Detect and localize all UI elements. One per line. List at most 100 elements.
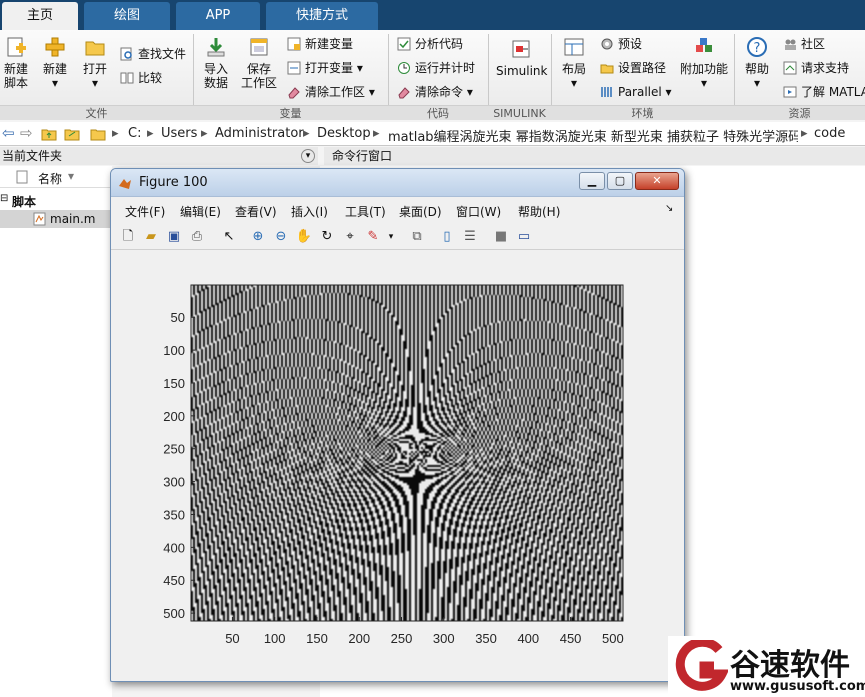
up-folder-icon[interactable] xyxy=(41,126,57,142)
help-button[interactable]: ? 帮助 ▾ xyxy=(740,36,774,90)
name-column-header[interactable]: 名称 xyxy=(38,170,62,187)
path-separator: ▸ xyxy=(303,126,310,141)
panel-menu-icon[interactable]: ▾ xyxy=(301,149,315,163)
menu-insert[interactable]: 插入(I) xyxy=(291,203,328,220)
maximize-button[interactable]: ▢ xyxy=(607,172,633,190)
clear-commands-button[interactable]: 清除命令 ▾ xyxy=(397,82,473,102)
path-segment-users[interactable]: Users xyxy=(161,126,197,141)
parallel-button[interactable]: Parallel ▾ xyxy=(600,82,672,102)
hide-tools-icon[interactable]: ■ xyxy=(492,228,510,246)
top-tab-bar: 主页 绘图 APP 快捷方式 xyxy=(0,0,865,30)
tab-apps[interactable]: APP xyxy=(176,2,260,30)
open-variable-button[interactable]: 打开变量 ▾ xyxy=(287,58,363,78)
section-scripts[interactable]: ⊟ 脚本 xyxy=(0,192,112,210)
menu-window[interactable]: 窗口(W) xyxy=(456,203,501,220)
collapse-icon[interactable]: ⊟ xyxy=(0,193,8,204)
tab-home[interactable]: 主页 xyxy=(2,2,78,30)
pan-icon[interactable]: ✋ xyxy=(295,228,313,246)
plot-area[interactable]: 50 100 150 200 250 300 350 400 450 500 50 100 150 200… xyxy=(111,251,684,671)
save-ws-label-2: 工作区 xyxy=(240,76,277,90)
new-variable-button[interactable]: 新建变量 xyxy=(287,34,353,54)
link-plot-icon[interactable]: ⧉ xyxy=(408,228,426,246)
simulink-icon xyxy=(512,40,530,58)
path-segment-administrator[interactable]: Administrator xyxy=(215,126,304,141)
x-tick-label: 250 xyxy=(391,631,413,646)
command-window-header: 命令行窗口 xyxy=(324,147,865,165)
path-segment-code[interactable]: code xyxy=(814,126,845,141)
new-button[interactable]: 新建 ▾ xyxy=(40,36,70,90)
brush-icon[interactable]: ✎ xyxy=(364,228,382,246)
menu-view[interactable]: 查看(V) xyxy=(235,203,277,220)
browse-folder-icon[interactable] xyxy=(64,126,80,142)
menu-desktop[interactable]: 桌面(D) xyxy=(399,203,442,220)
save-icon[interactable]: ▣ xyxy=(165,228,183,246)
find-files-button[interactable]: 查找文件 xyxy=(120,44,186,64)
run-time-icon xyxy=(398,62,410,74)
legend-icon[interactable]: ☰ xyxy=(461,228,479,246)
command-window-title: 命令行窗口 xyxy=(332,149,393,163)
support-icon xyxy=(783,61,797,75)
new-script-button[interactable]: 新建 脚本 xyxy=(2,36,30,90)
x-tick-label: 100 xyxy=(264,631,286,646)
forward-icon[interactable]: ⇨ xyxy=(20,124,33,142)
addons-button[interactable]: 附加功能 ▾ xyxy=(680,36,728,90)
figure-title-bar[interactable]: Figure 100 ▁ ▢ ✕ xyxy=(111,169,684,197)
zoom-in-icon[interactable]: ⊕ xyxy=(249,228,267,246)
new-label: 新建 xyxy=(42,62,67,76)
set-path-button[interactable]: 设置路径 xyxy=(600,58,666,78)
preferences-button[interactable]: 预设 xyxy=(600,34,642,54)
layout-button[interactable]: 布局 ▾ xyxy=(558,36,590,90)
import-data-button[interactable]: 导入 数据 xyxy=(200,36,232,90)
section-label: 脚本 xyxy=(12,195,37,209)
plus-icon xyxy=(45,37,65,57)
menu-file[interactable]: 文件(F) xyxy=(125,203,165,220)
gear-icon xyxy=(601,38,613,50)
save-workspace-button[interactable]: 保存 工作区 xyxy=(240,36,278,90)
request-support-button[interactable]: 请求支持 xyxy=(783,58,849,78)
show-tools-icon[interactable]: ▭ xyxy=(515,228,533,246)
tab-plots[interactable]: 绘图 xyxy=(84,2,170,30)
run-and-time-button[interactable]: 运行并计时 xyxy=(397,58,475,78)
menu-edit[interactable]: 编辑(E) xyxy=(180,203,221,220)
file-name: main.m xyxy=(50,212,96,226)
x-tick-label: 200 xyxy=(348,631,370,646)
rotate-icon[interactable]: ↻ xyxy=(318,228,336,246)
simulink-button[interactable]: Simulink xyxy=(496,38,547,78)
colorbar-icon[interactable]: ▯ xyxy=(438,228,456,246)
open-button[interactable]: 打开 ▾ xyxy=(80,36,110,90)
sort-icon[interactable]: ▾ xyxy=(68,169,74,183)
request-support-label: 请求支持 xyxy=(801,61,850,75)
back-icon[interactable]: ⇦ xyxy=(2,124,15,142)
watermark: 谷速软件 www.gususoft.com xyxy=(668,636,865,697)
folder-icon xyxy=(600,64,614,74)
pointer-icon[interactable]: ↖ xyxy=(220,228,238,246)
m-file-icon xyxy=(33,212,46,226)
figure-toolbar: 🗋 ▰ ▣ ⎙ ↖ ⊕ ⊖ ✋ ↻ ⌖ ✎ ▾ ⧉ ▯ ☰ ■ ▭ xyxy=(111,224,684,250)
ribbon-toolbar: 新建 脚本 新建 ▾ 打开 ▾ 查找文件 比较 文件 导入 数据 保存 工作区 新建… xyxy=(0,30,865,120)
x-tick-label: 300 xyxy=(433,631,455,646)
zoom-out-icon[interactable]: ⊖ xyxy=(272,228,290,246)
brush-dropdown-icon[interactable]: ▾ xyxy=(382,228,400,246)
minimize-button[interactable]: ▁ xyxy=(579,172,605,190)
path-segment-desktop[interactable]: Desktop xyxy=(317,126,371,141)
dock-icon[interactable]: ↘ xyxy=(665,203,673,214)
compare-button[interactable]: 比较 xyxy=(120,68,162,88)
path-segment-drive[interactable]: C: xyxy=(128,126,141,141)
data-cursor-icon[interactable]: ⌖ xyxy=(341,228,359,246)
new-figure-icon[interactable]: 🗋 xyxy=(119,228,137,246)
matlab-logo-icon xyxy=(119,179,131,189)
path-segment-project[interactable]: matlab编程涡旋光束 幂指数涡旋光束 新型光束 捕获粒子 特殊光学源码程序 xyxy=(388,126,798,145)
close-button[interactable]: ✕ xyxy=(635,172,679,190)
clear-workspace-button[interactable]: 清除工作区 ▾ xyxy=(287,82,375,102)
file-row-main[interactable]: main.m xyxy=(0,210,112,228)
open-file-icon[interactable]: ▰ xyxy=(142,228,160,246)
tab-shortcuts[interactable]: 快捷方式 xyxy=(266,2,378,30)
menu-help[interactable]: 帮助(H) xyxy=(518,203,560,220)
learn-matlab-button[interactable]: 了解 MATLAB xyxy=(783,82,865,102)
group-label-resources: 资源 xyxy=(734,105,865,120)
x-tick-label: 50 xyxy=(225,631,239,646)
menu-tools[interactable]: 工具(T) xyxy=(345,203,386,220)
print-icon[interactable]: ⎙ xyxy=(188,228,206,246)
community-button[interactable]: 社区 xyxy=(783,34,825,54)
analyze-code-button[interactable]: 分析代码 xyxy=(397,34,463,54)
